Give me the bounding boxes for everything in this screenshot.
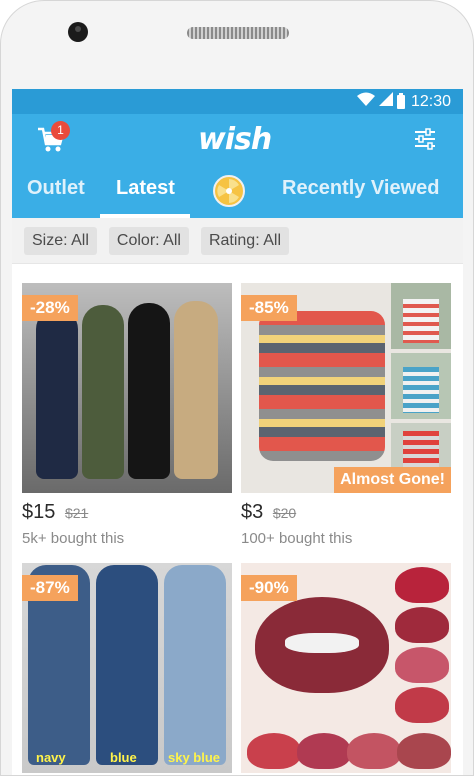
bought-count: 100+ bought this [241, 530, 353, 547]
price: $15 [22, 501, 56, 523]
product-image-jeans[interactable]: -87% navy blue sky blue [22, 563, 232, 773]
product-image-striped-tee[interactable]: -85% Almost Gone! [241, 283, 451, 493]
wifi-icon [356, 92, 375, 111]
price-row: $15 $21 [22, 501, 232, 524]
battery-icon [396, 92, 405, 109]
original-price: $20 [272, 505, 297, 521]
tab-latest[interactable]: Latest [116, 177, 175, 200]
product-image-joggers[interactable]: -28% [22, 283, 232, 493]
speaker-grille [187, 27, 289, 39]
category-tabs: Outlet Latest Recently Viewed [12, 164, 463, 218]
cart-count-badge: 1 [51, 121, 70, 140]
product-grid: -28% $15 $21 5k+ bought this -85% Almost… [12, 275, 463, 775]
color-label-blue: blue [110, 750, 137, 765]
cart-icon [36, 127, 66, 159]
price: $3 [241, 501, 264, 523]
camera [68, 22, 88, 42]
bought-count: 5k+ bought this [22, 530, 125, 547]
sliders-icon [413, 128, 437, 155]
color-filter[interactable]: Color: All [108, 226, 189, 255]
size-filter[interactable]: Size: All [24, 226, 97, 255]
filter-settings-button[interactable] [413, 127, 439, 153]
product-image-lipstick[interactable]: -90% [241, 563, 451, 773]
phone-frame: 12:30 1 wish Outlet Latest Recently View… [0, 0, 474, 776]
tab-outlet[interactable]: Outlet [27, 177, 85, 200]
original-price: $21 [64, 505, 89, 521]
discount-badge: -90% [241, 575, 297, 601]
color-label-sky-blue: sky blue [168, 750, 221, 765]
product-card[interactable]: -90% [241, 563, 451, 773]
app-bar: 1 wish [12, 114, 463, 164]
price-row: $3 $20 [241, 501, 451, 524]
rating-filter[interactable]: Rating: All [200, 226, 289, 255]
discount-badge: -87% [22, 575, 78, 601]
status-bar: 12:30 [12, 89, 463, 114]
product-card[interactable]: -28% $15 $21 5k+ bought this [22, 283, 232, 547]
discount-badge: -85% [241, 295, 297, 321]
color-label-navy: navy [36, 750, 66, 765]
product-card[interactable]: -87% navy blue sky blue [22, 563, 232, 773]
discount-badge: -28% [22, 295, 78, 321]
product-card[interactable]: -85% Almost Gone! $3 $20 100+ bought thi… [241, 283, 451, 547]
wish-logo: wish [198, 122, 272, 157]
screen: 12:30 1 wish Outlet Latest Recently View… [12, 89, 463, 775]
wheel-icon[interactable] [213, 175, 245, 207]
tab-recently-viewed[interactable]: Recently Viewed [282, 177, 439, 200]
signal-icon [378, 92, 393, 111]
filter-bar: Size: All Color: All Rating: All [12, 218, 463, 264]
almost-gone-badge: Almost Gone! [334, 467, 451, 493]
status-icons [356, 92, 405, 111]
active-tab-indicator [100, 214, 190, 218]
status-time: 12:30 [410, 92, 451, 110]
